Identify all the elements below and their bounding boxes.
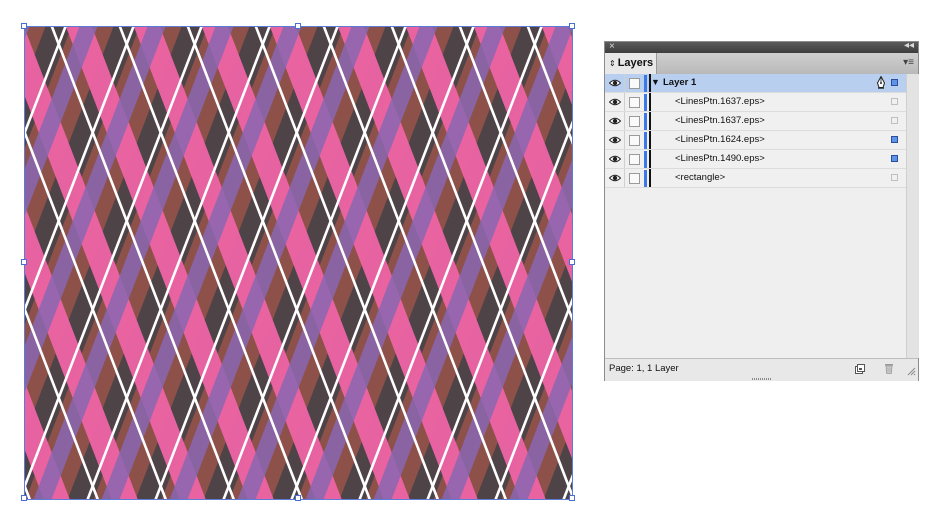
status-text: Page: 1, 1 Layer	[609, 363, 679, 374]
lock-checkbox	[629, 96, 640, 108]
row-divider	[649, 169, 651, 187]
tab-layers[interactable]: ⇕ Layers	[605, 53, 657, 74]
selection-handle-middle-left[interactable]	[21, 259, 27, 265]
layer-name: Layer 1	[663, 77, 697, 88]
lock-checkbox	[629, 134, 640, 146]
close-icon[interactable]: ×	[609, 41, 615, 52]
layer-item-row[interactable]: <LinesPtn.1637.eps>	[605, 93, 906, 112]
layer-name: <LinesPtn.1490.eps>	[675, 153, 765, 164]
layers-list-scrollbar[interactable]	[906, 74, 919, 358]
layer-item-row[interactable]: <rectangle>	[605, 169, 906, 188]
layer-item-row[interactable]: <LinesPtn.1637.eps>	[605, 112, 906, 131]
layer-color-bar	[644, 94, 647, 111]
panel-menu-button[interactable]: ▾≡	[903, 57, 914, 68]
visibility-eye-icon[interactable]	[605, 93, 625, 111]
layer-color-bar	[644, 113, 647, 130]
updown-arrows-icon: ⇕	[609, 59, 616, 68]
selection-handle-bottom-right[interactable]	[569, 495, 575, 501]
visibility-eye-icon[interactable]	[605, 150, 625, 168]
selection-handle-top-middle[interactable]	[295, 23, 301, 29]
row-divider	[649, 150, 651, 168]
panel-titlebar[interactable]: × ◂◂	[605, 40, 918, 53]
visibility-eye-icon[interactable]	[605, 131, 625, 149]
pen-icon[interactable]	[876, 75, 886, 92]
layer-name: <LinesPtn.1637.eps>	[675, 96, 765, 107]
lock-toggle[interactable]	[625, 150, 644, 168]
selection-handle-bottom-left[interactable]	[21, 495, 27, 501]
layer-name: <rectangle>	[675, 172, 726, 183]
lock-toggle[interactable]	[625, 74, 644, 92]
visibility-eye-icon[interactable]	[605, 74, 625, 92]
panel-tab-strip: ⇕ Layers ▾≡	[605, 53, 918, 75]
disclosure-triangle-icon[interactable]: ▼	[651, 77, 660, 87]
resize-corner-icon[interactable]	[907, 367, 916, 379]
layer-item-row[interactable]: <LinesPtn.1490.eps>	[605, 150, 906, 169]
panel-footer: Page: 1, 1 Layer	[605, 358, 918, 381]
lock-checkbox	[629, 153, 640, 165]
lock-toggle[interactable]	[625, 112, 644, 130]
panel-resize-grip-dots[interactable]	[752, 378, 772, 380]
collapse-panel-icon[interactable]: ◂◂	[904, 40, 914, 51]
lock-toggle[interactable]	[625, 93, 644, 111]
visibility-eye-icon[interactable]	[605, 169, 625, 187]
selection-handle-middle-right[interactable]	[569, 259, 575, 265]
selection-square-icon[interactable]	[891, 174, 898, 181]
selection-square-icon[interactable]	[891, 98, 898, 105]
layer-item-row[interactable]: <LinesPtn.1624.eps>	[605, 131, 906, 150]
selection-square-icon[interactable]	[891, 117, 898, 124]
artwork-canvas[interactable]	[24, 26, 573, 500]
selection-square-icon[interactable]	[891, 136, 898, 143]
layers-panel: × ◂◂ ⇕ Layers ▾≡ ▼ Layer 1 <LinesPtn.1637.e…	[604, 40, 919, 381]
selection-square-icon[interactable]	[891, 155, 898, 162]
layer-name: <LinesPtn.1624.eps>	[675, 134, 765, 145]
new-layer-icon[interactable]	[855, 364, 865, 377]
layer-name: <LinesPtn.1637.eps>	[675, 115, 765, 126]
row-divider	[649, 112, 651, 130]
lock-toggle[interactable]	[625, 131, 644, 149]
layers-list: ▼ Layer 1 <LinesPtn.1637.eps> <LinesPtn.163…	[605, 74, 906, 358]
lock-toggle[interactable]	[625, 169, 644, 187]
lock-checkbox	[629, 115, 640, 127]
tab-label: Layers	[617, 57, 654, 69]
selection-square-icon[interactable]	[891, 79, 898, 86]
selection-handle-top-left[interactable]	[21, 23, 27, 29]
layer-color-bar	[644, 170, 647, 187]
row-divider	[649, 131, 651, 149]
visibility-eye-icon[interactable]	[605, 112, 625, 130]
lock-checkbox	[629, 172, 640, 184]
layer-color-bar	[644, 75, 647, 92]
argyle-pattern-artwork	[24, 26, 573, 500]
selection-handle-bottom-middle[interactable]	[295, 495, 301, 501]
trash-icon[interactable]	[884, 363, 894, 377]
lock-checkbox	[629, 77, 640, 89]
layer-row[interactable]: ▼ Layer 1	[605, 74, 906, 93]
selection-handle-top-right[interactable]	[569, 23, 575, 29]
row-divider	[649, 93, 651, 111]
layer-color-bar	[644, 151, 647, 168]
layer-color-bar	[644, 132, 647, 149]
